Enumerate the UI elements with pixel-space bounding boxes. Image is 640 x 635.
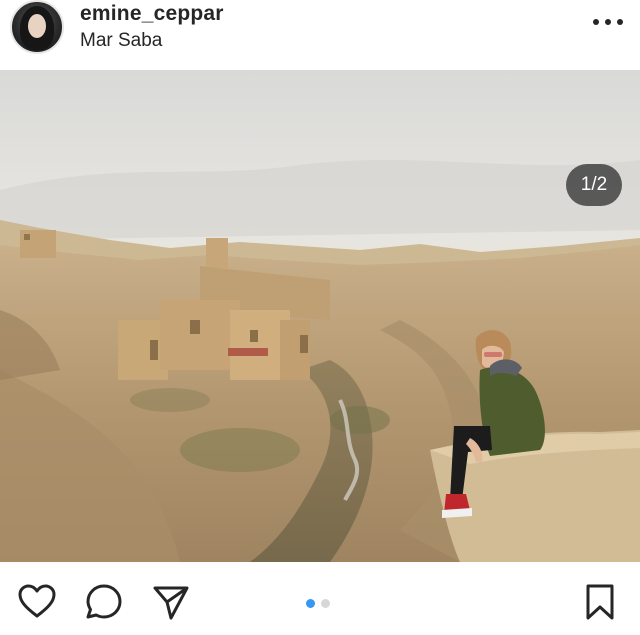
avatar[interactable] xyxy=(10,0,64,54)
bookmark-icon[interactable] xyxy=(580,582,620,622)
heart-icon[interactable] xyxy=(17,582,57,622)
location-link[interactable]: Mar Saba xyxy=(80,30,162,52)
username[interactable]: emine_ceppar xyxy=(80,2,224,26)
carousel-counter: 1/2 xyxy=(566,164,622,206)
carousel-indicator xyxy=(306,599,330,608)
carousel-dot xyxy=(321,599,330,608)
send-icon[interactable] xyxy=(151,582,191,622)
post-header: emine_ceppar Mar Saba xyxy=(0,0,640,70)
post-actions-bar xyxy=(0,562,640,635)
post-photo[interactable]: 1/2 xyxy=(0,70,640,562)
comment-icon[interactable] xyxy=(84,582,124,622)
carousel-dot-active xyxy=(306,599,315,608)
more-options-icon[interactable] xyxy=(593,12,623,32)
